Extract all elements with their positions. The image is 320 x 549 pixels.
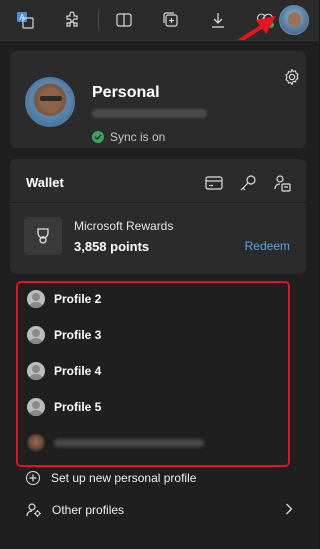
avatar-icon [27, 326, 45, 344]
avatar [27, 434, 45, 452]
avatar-icon [27, 398, 45, 416]
list-item-profile-3[interactable]: Profile 3 [27, 325, 101, 345]
toolbar-separator [98, 10, 99, 30]
translate-icon[interactable]: A [10, 5, 40, 35]
list-item-profile-2[interactable]: Profile 2 [27, 289, 101, 309]
setup-new-profile-button[interactable]: Set up new personal profile [26, 471, 196, 485]
collections-icon[interactable] [156, 5, 186, 35]
avatar-glasses [40, 96, 62, 101]
chevron-right-icon[interactable] [285, 502, 293, 520]
wallet-card: Wallet Microsoft Rewards 3,858 points Re… [10, 159, 306, 274]
setup-new-profile-label: Set up new personal profile [51, 471, 197, 485]
sync-status: Sync is on [92, 130, 165, 144]
profile-label: Profile 5 [54, 400, 102, 414]
profile-card: Personal Sync is on [10, 51, 306, 148]
plus-icon [26, 471, 40, 485]
avatar-icon [27, 362, 45, 380]
gear-icon[interactable] [282, 67, 302, 87]
avatar-icon [27, 290, 45, 308]
list-item-blurred-profile[interactable] [27, 433, 204, 453]
avatar[interactable] [25, 77, 75, 127]
key-icon[interactable] [238, 173, 258, 193]
profile-label: Profile 2 [54, 292, 102, 306]
wallet-divider [10, 202, 306, 203]
rewards-trophy-icon [24, 217, 62, 255]
profile-label: Profile 3 [54, 328, 102, 342]
profiles-icon [26, 502, 42, 518]
profile-email [92, 109, 207, 118]
profile-flyout: Personal Sync is on Wallet Microsoft Rew… [0, 40, 319, 549]
credit-card-icon[interactable] [204, 173, 224, 193]
wallet-title[interactable]: Wallet [26, 175, 64, 190]
check-icon [92, 131, 104, 143]
list-item-profile-5[interactable]: Profile 5 [27, 397, 101, 417]
list-item-profile-4[interactable]: Profile 4 [27, 361, 101, 381]
profile-name: Personal [92, 84, 160, 101]
other-profiles-button[interactable]: Other profiles [26, 502, 124, 518]
profile-avatar-icon[interactable] [279, 5, 309, 35]
other-profiles-highlight: Profile 2 Profile 3 Profile 4 Profile 5 [16, 281, 290, 467]
blurred-account-label [54, 439, 204, 447]
other-profiles-label: Other profiles [52, 503, 125, 517]
extensions-icon[interactable] [57, 5, 87, 35]
rewards-name: Microsoft Rewards [74, 219, 174, 233]
sync-status-label: Sync is on [110, 130, 166, 144]
split-screen-icon[interactable] [109, 5, 139, 35]
redeem-link[interactable]: Redeem [245, 239, 290, 253]
rewards-points: 3,858 points [74, 239, 150, 254]
personal-info-icon[interactable] [272, 173, 292, 193]
profile-label: Profile 4 [54, 364, 102, 378]
wallet-actions [190, 173, 292, 193]
